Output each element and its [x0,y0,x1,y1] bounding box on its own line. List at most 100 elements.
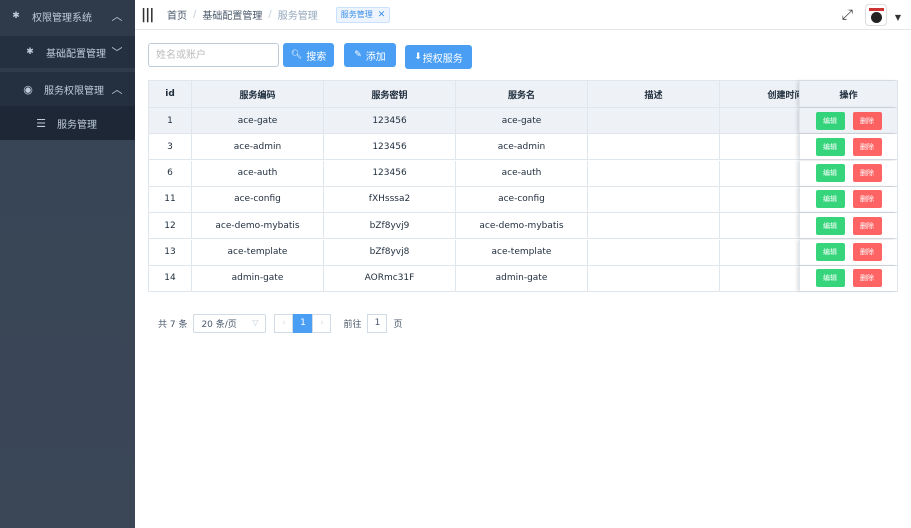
cell-actions: 编辑 删除 [799,213,897,239]
pagination-total: 共 7 条 [158,319,188,330]
cell-id: 14 [149,265,192,291]
cell-desc [588,239,720,265]
sidebar-app-title[interactable]: ✱ 权限管理系统 ︿ [0,0,135,32]
search-input[interactable] [148,43,279,67]
cell-id: 3 [149,134,192,160]
download-icon: ⬇ [414,52,422,62]
cell-name: ace-gate [456,108,588,133]
authorize-service-button[interactable]: ⬇ 授权服务 [405,45,472,69]
sidebar-item-service-permission[interactable]: ◉ 服务权限管理 ︿ [0,72,135,106]
cell-actions: 编辑 删除 [799,160,897,186]
column-header-secret[interactable]: 服务密钥 [324,81,456,107]
cell-id: 11 [149,186,192,212]
gear-icon: ✱ [26,47,34,57]
edit-button[interactable]: 编辑 [815,137,845,156]
cell-code: ace-admin [192,134,324,160]
cell-actions: 编辑 删除 [799,108,897,133]
column-header-description[interactable]: 描述 [588,81,720,107]
page-number-current[interactable]: 1 [293,313,313,333]
table-row[interactable]: 12 ace-demo-mybatis bZf8yvj9 ace-demo-mybat… [149,213,897,240]
avatar-face [871,12,882,23]
chevron-up-icon: ︿ [111,10,123,23]
cell-secret: AORmc31F [324,265,456,291]
service-table: id 服务编码 服务密钥 服务名 描述 创建时间 操作 1 ace-gate 123… [148,80,898,292]
breadcrumb-separator: / [193,9,197,20]
page-size-value: 20 条/页 [201,319,237,330]
cell-id: 12 [149,213,192,239]
cell-actions: 编辑 删除 [799,186,897,212]
cell-secret: 123456 [324,160,456,186]
cell-code: admin-gate [192,265,324,291]
cell-desc [588,134,720,160]
edit-button[interactable]: 编辑 [815,269,845,288]
edit-button[interactable]: 编辑 [815,111,845,130]
cell-name: ace-template [456,239,588,265]
delete-button[interactable]: 删除 [852,190,882,209]
goto-page-input[interactable]: 1 [367,313,388,333]
cell-secret: fXHsssa2 [324,186,456,212]
cell-name: ace-demo-mybatis [456,213,588,239]
table-row[interactable]: 3 ace-admin 123456 ace-admin 编辑 删除 [149,134,897,161]
caret-down-icon[interactable]: ▼ [895,13,901,22]
sidebar-item-service-management[interactable]: ☰ 服务管理 [0,106,135,140]
sidebar-item-label: 服务管理 [57,119,97,131]
cell-desc [588,160,720,186]
cell-desc [588,265,720,291]
cell-secret: 123456 [324,108,456,133]
sidebar-title-label: 权限管理系统 [32,12,92,24]
sidebar-item-base-config[interactable]: ✱ 基础配置管理 ﹀ [0,36,135,68]
chevron-up-icon: ︿ [111,83,123,96]
cell-code: ace-template [192,239,324,265]
tag-label: 服务管理 [340,10,373,19]
table-row[interactable]: 11 ace-config fXHsssa2 ace-config 编辑 删除 [149,186,897,213]
next-page-button[interactable]: › [312,313,332,333]
breadcrumb-base-config[interactable]: 基础配置管理 [202,7,262,22]
cell-desc [588,108,720,133]
column-header-id[interactable]: id [149,81,192,107]
top-header: ||| 首页 / 基础配置管理 / 服务管理 服务管理 ✕ ⤢ ▼ [135,0,911,30]
sidebar-item-label: 基础配置管理 [46,48,106,60]
breadcrumb-home[interactable]: 首页 [167,7,187,22]
tab-tag-service-management[interactable]: 服务管理 ✕ [335,6,391,23]
edit-button[interactable]: 编辑 [815,216,845,235]
prev-page-button[interactable]: ‹ [274,313,294,333]
delete-button[interactable]: 删除 [852,269,882,288]
sidebar-empty-area [0,140,135,528]
delete-button[interactable]: 删除 [852,164,882,183]
edit-button[interactable]: 编辑 [815,243,845,261]
cell-secret: bZf8yvj8 [324,239,456,265]
cell-name: ace-admin [456,134,588,160]
pagination: 共 7 条 20 条/页 ▽ ‹ 1 › 前往 1 页 [158,313,402,333]
table-row[interactable]: 1 ace-gate 123456 ace-gate 编辑 删除 [149,108,897,134]
delete-button[interactable]: 删除 [852,111,882,130]
table-header: id 服务编码 服务密钥 服务名 描述 创建时间 操作 [149,81,897,108]
table-row[interactable]: 14 admin-gate AORmc31F admin-gate 编辑 删除 [149,265,897,292]
cell-secret: bZf8yvj9 [324,213,456,239]
page-size-select[interactable]: 20 条/页 ▽ [193,313,267,333]
avatar-hat [869,8,884,11]
cell-name: admin-gate [456,265,588,291]
search-button[interactable]: 🔍︎ 搜索 [283,43,334,67]
add-button[interactable]: ✎ 添加 [344,43,396,67]
fullscreen-icon[interactable]: ⤢ [842,7,853,23]
table-row[interactable]: 13 ace-template bZf8yvj8 ace-template 编辑 删除 [149,239,897,266]
cell-id: 1 [149,108,192,133]
avatar[interactable] [865,4,887,26]
column-header-code[interactable]: 服务编码 [192,81,324,107]
column-header-name[interactable]: 服务名 [456,81,588,107]
chevron-down-icon: ﹀ [111,46,123,59]
cell-code: ace-auth [192,160,324,186]
delete-button[interactable]: 删除 [852,137,882,156]
sidebar: ✱ 权限管理系统 ︿ ✱ 基础配置管理 ﹀ ◉ 服务权限管理 ︿ ☰ 服务管理 [0,0,135,528]
delete-button[interactable]: 删除 [852,243,882,261]
cell-actions: 编辑 删除 [799,239,897,265]
cell-desc [588,213,720,239]
edit-button[interactable]: 编辑 [815,164,845,183]
delete-button[interactable]: 删除 [852,216,882,235]
edit-button[interactable]: 编辑 [815,190,845,209]
close-icon[interactable]: ✕ [378,10,386,20]
authorize-button-label: 授权服务 [422,53,463,65]
table-row[interactable]: 6 ace-auth 123456 ace-auth 编辑 删除 [149,160,897,187]
menu-toggle-icon[interactable]: ||| [141,7,167,23]
cell-code: ace-demo-mybatis [192,213,324,239]
